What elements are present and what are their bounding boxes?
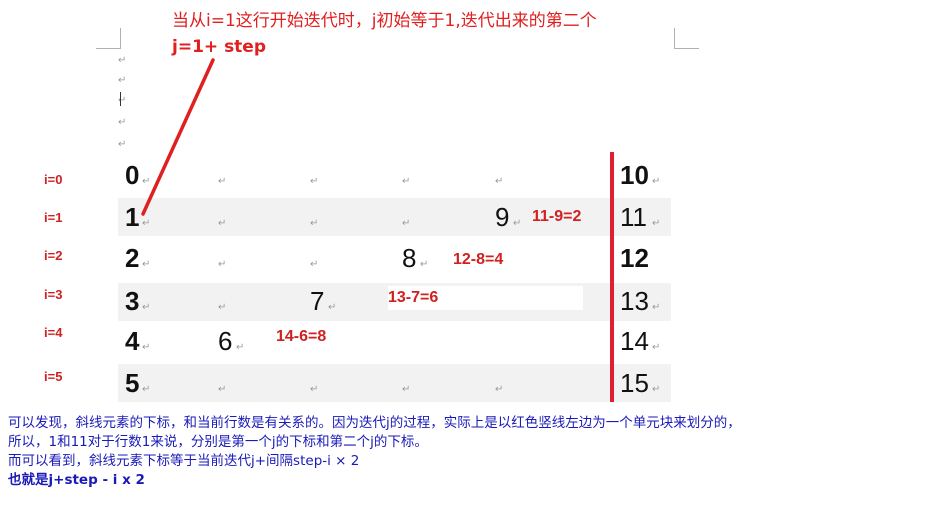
explanation-line-2: 所以，1和11对于行数1来说，分别是第一个j的下标和第二个j的下标。 [8, 434, 428, 450]
explanation-line-1: 可以发现，斜线元素的下标，和当前行数是有关系的。因为迭代j的过程，实际上是以红色… [8, 415, 741, 431]
pointer-line [141, 58, 215, 216]
explanation-line-3: 而可以看到，斜线元素下标等于当前迭代j+间隔step-i × 2 [8, 453, 360, 469]
explanation-line-4: 也就是j+step - i x 2 [8, 472, 145, 488]
